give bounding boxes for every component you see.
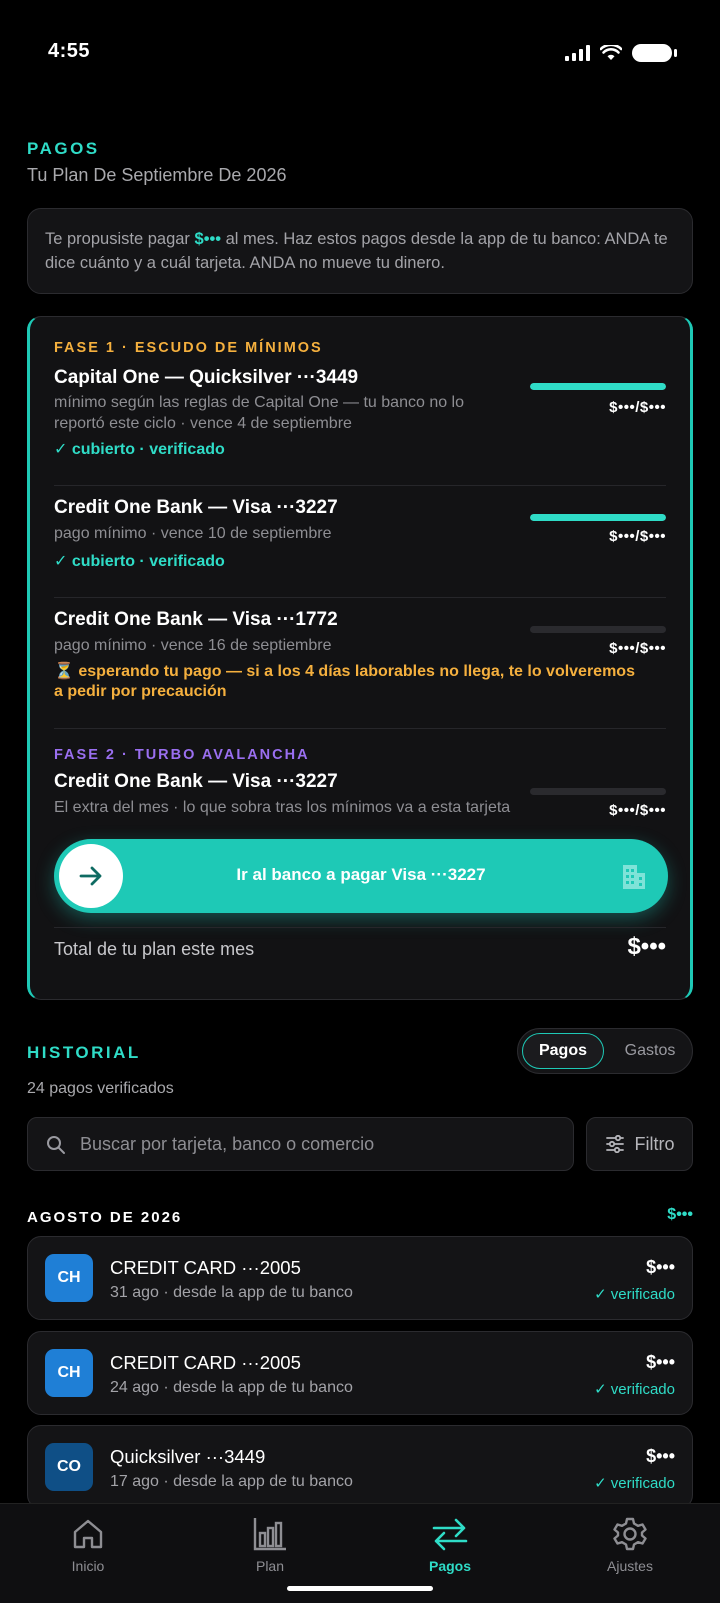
- payment-verified-badge: ✓ verificado: [594, 1381, 675, 1398]
- payment-title: CREDIT CARD ···2005: [110, 1257, 301, 1278]
- payment-amount: $•••: [646, 1257, 675, 1277]
- status-bar: 4:55: [0, 0, 720, 100]
- search-box: [27, 1117, 574, 1171]
- payment-verified-badge: ✓ verificado: [594, 1286, 675, 1303]
- battery-icon: [632, 44, 677, 62]
- page-section-label: PAGOS: [27, 139, 100, 158]
- go-to-bank-button[interactable]: Ir al banco a pagar Visa ···3227: [54, 839, 668, 913]
- page-subtitle: Tu Plan De Septiembre De 2026: [27, 165, 287, 185]
- history-toggle: Pagos Gastos: [517, 1028, 693, 1074]
- home-icon: [73, 1519, 103, 1549]
- tab-label: Plan: [255, 1558, 285, 1574]
- payment-title: Quicksilver ···3449: [110, 1446, 266, 1467]
- payment-subtitle: 17 ago · desde la app de tu banco: [110, 1473, 353, 1490]
- signal-icon: [565, 45, 590, 61]
- go-to-bank-label: Ir al banco a pagar Visa ···3227: [236, 865, 486, 884]
- plan-item-title: Credit One Bank — Visa ···1772: [54, 609, 338, 630]
- phase-2-label: FASE 2 · TURBO AVALANCHA: [54, 747, 310, 763]
- plan-item-description: pago mínimo · vence 10 de septiembre: [54, 525, 332, 542]
- payment-row[interactable]: CH CREDIT CARD ···2005 24 ago · desde la…: [27, 1331, 693, 1415]
- plan-item-description: mínimo según las reglas de Capital One —…: [54, 394, 465, 432]
- plan-total-value: $•••: [627, 933, 666, 960]
- plan-item-progress-bar: [530, 626, 666, 633]
- filter-label: Filtro: [634, 1133, 675, 1154]
- tab-label: Pagos: [428, 1558, 471, 1574]
- bank-building-icon: [623, 865, 645, 889]
- divider: [54, 927, 666, 928]
- note-amount: $•••: [194, 230, 222, 248]
- payment-amount: $•••: [646, 1446, 675, 1466]
- sliders-icon: [605, 1135, 624, 1153]
- month-header: AGOSTO DE 2026: [27, 1209, 183, 1226]
- plan-card: FASE 1 · ESCUDO DE MÍNIMOS Capital One —…: [27, 316, 693, 1000]
- search-input[interactable]: [80, 1118, 560, 1170]
- wifi-icon: [600, 45, 622, 60]
- tab-inicio[interactable]: Inicio: [18, 1516, 158, 1574]
- turbo-item-amount: $•••/$•••: [609, 802, 666, 819]
- plan-total-label: Total de tu plan este mes: [54, 939, 255, 959]
- payment-row[interactable]: CO Quicksilver ···3449 17 ago · desde la…: [27, 1425, 693, 1509]
- payment-subtitle: 31 ago · desde la app de tu banco: [110, 1284, 353, 1301]
- progress-fill: [530, 383, 666, 390]
- turbo-progress-bar: [530, 788, 666, 795]
- divider: [54, 597, 666, 598]
- tab-label: Inicio: [71, 1558, 105, 1574]
- plan-item-amount: $•••/$•••: [609, 528, 666, 545]
- bank-avatar: CH: [45, 1349, 93, 1397]
- plan-item-description: pago mínimo · vence 16 de septiembre: [54, 637, 332, 654]
- progress-fill: [530, 514, 666, 521]
- payment-subtitle: 24 ago · desde la app de tu banco: [110, 1379, 353, 1396]
- plan-item-status: ✓ cubierto · verificado: [54, 553, 225, 570]
- plan-item-amount: $•••/$•••: [609, 640, 666, 657]
- phase-1-label: FASE 1 · ESCUDO DE MÍNIMOS: [54, 340, 323, 356]
- home-indicator: [287, 1586, 433, 1591]
- divider: [54, 728, 666, 729]
- month-total: $•••: [667, 1206, 693, 1223]
- plan-item-progress-bar: [530, 383, 666, 390]
- plan-item-waiting-status: ⏳ esperando tu pago — si a los 4 días la…: [54, 663, 635, 700]
- turbo-item-description: El extra del mes · lo que sobra tras los…: [54, 799, 511, 816]
- payment-amount: $•••: [646, 1352, 675, 1372]
- toggle-expenses[interactable]: Gastos: [610, 1033, 690, 1069]
- bar-chart-icon: [253, 1518, 286, 1551]
- history-count: 24 pagos verificados: [27, 1080, 174, 1097]
- toggle-payments[interactable]: Pagos: [522, 1033, 604, 1069]
- tab-pagos[interactable]: Pagos: [380, 1516, 520, 1574]
- payment-title: CREDIT CARD ···2005: [110, 1352, 301, 1373]
- plan-item-title: Capital One — Quicksilver ···3449: [54, 367, 359, 388]
- tab-ajustes[interactable]: Ajustes: [560, 1516, 700, 1574]
- search-icon: [47, 1136, 65, 1154]
- turbo-item-title: Credit One Bank — Visa ···3227: [54, 771, 338, 792]
- filter-button[interactable]: Filtro: [586, 1117, 693, 1171]
- payment-verified-badge: ✓ verificado: [594, 1475, 675, 1492]
- payment-row[interactable]: CH CREDIT CARD ···2005 31 ago · desde la…: [27, 1236, 693, 1320]
- plan-item-amount: $•••/$•••: [609, 399, 666, 416]
- note-text-before: Te propusiste pagar: [45, 230, 195, 248]
- plan-item-progress-bar: [530, 514, 666, 521]
- status-time: 4:55: [48, 40, 91, 62]
- transfer-icon: [432, 1518, 468, 1551]
- history-section-label: HISTORIAL: [27, 1043, 141, 1062]
- tab-label: Ajustes: [607, 1558, 653, 1574]
- plan-item-title: Credit One Bank — Visa ···3227: [54, 497, 338, 518]
- plan-info-note: Te propusiste pagar $••• al mes. Haz est…: [27, 208, 693, 294]
- divider: [54, 485, 666, 486]
- tab-plan[interactable]: Plan: [200, 1516, 340, 1574]
- status-icons: [565, 44, 677, 62]
- plan-item-status: ✓ cubierto · verificado: [54, 441, 225, 458]
- bank-avatar: CH: [45, 1254, 93, 1302]
- gear-icon: [613, 1517, 647, 1551]
- bank-avatar: CO: [45, 1443, 93, 1491]
